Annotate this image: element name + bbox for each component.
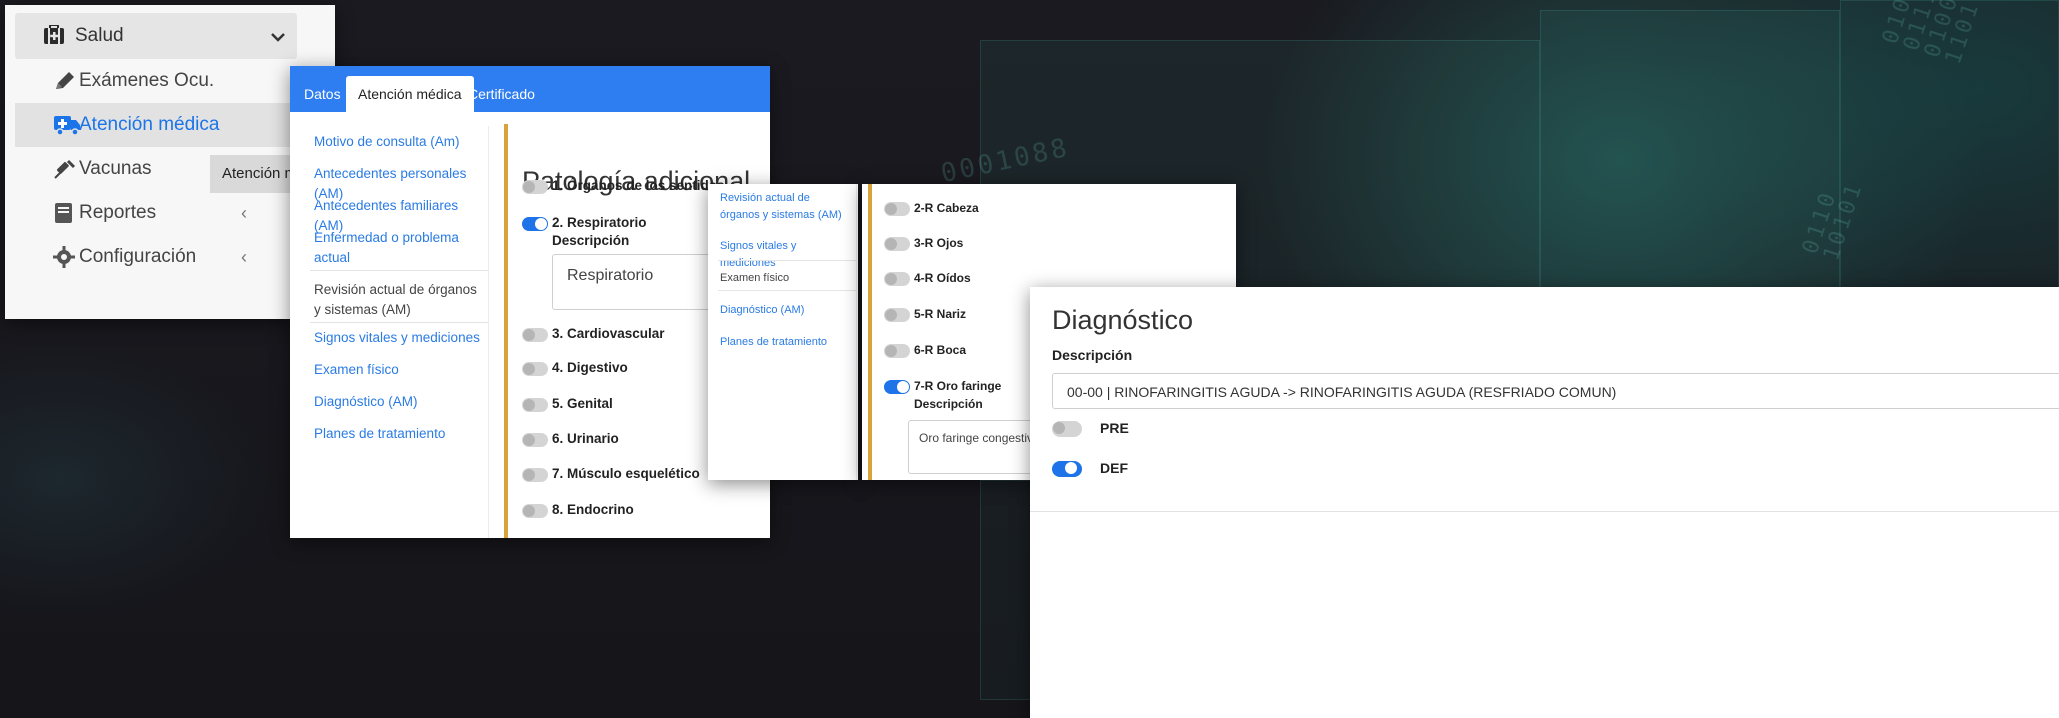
nav-enfermedad-actual[interactable]: Enfermedad o problema actual bbox=[314, 228, 484, 268]
medkit-icon bbox=[43, 24, 65, 50]
diagnosis-title: Diagnóstico bbox=[1052, 305, 1194, 335]
toggle-genital[interactable] bbox=[522, 398, 548, 412]
tab-bar: Datos Atención médica Certificado bbox=[290, 66, 770, 112]
chevron-left-icon[interactable]: ‹ bbox=[241, 247, 247, 268]
item-label: 6. Urinario bbox=[552, 431, 619, 446]
diagnosis-panel: Diagnóstico Descripción 00-00 | RINOFARI… bbox=[1030, 287, 2059, 718]
toggle-urinario[interactable] bbox=[522, 433, 548, 447]
menu-item-label: Configuración bbox=[79, 246, 197, 267]
nav-divider bbox=[310, 322, 488, 323]
nav-motivo-consulta[interactable]: Motivo de consulta (Am) bbox=[314, 132, 484, 152]
nav-signos-vitales[interactable]: Signos vitales y mediciones bbox=[314, 328, 484, 348]
section-accent-bar bbox=[868, 184, 872, 480]
menu-item-label: Vacunas bbox=[79, 158, 152, 179]
menu-item-label: Atención médica bbox=[79, 114, 220, 135]
menu-section-salud[interactable]: Salud bbox=[15, 13, 297, 59]
item-label: 6-R Boca bbox=[914, 343, 967, 357]
toggle-oro-faringe[interactable] bbox=[884, 380, 910, 394]
menu-item-reportes[interactable]: Reportes ‹ bbox=[15, 191, 305, 235]
item-label: 5. Genital bbox=[552, 396, 613, 411]
nav-border bbox=[488, 126, 489, 538]
syringe-icon bbox=[53, 158, 77, 180]
subnav-signos-vitales[interactable]: Signos vitales y mediciones bbox=[720, 238, 852, 272]
toggle-ojos[interactable] bbox=[884, 237, 910, 251]
book-icon bbox=[53, 202, 77, 224]
item-label: 2-R Cabeza bbox=[914, 201, 979, 215]
subnav-revision-organos[interactable]: Revisión actual de órganos y sistemas (A… bbox=[720, 190, 852, 224]
menu-item-examenes[interactable]: Exámenes Ocu. bbox=[15, 59, 305, 103]
toggle-pre[interactable] bbox=[1052, 421, 1082, 437]
nav-revision-organos[interactable]: Revisión actual de órganos y sistemas (A… bbox=[314, 280, 484, 320]
toggle-respiratorio[interactable] bbox=[522, 217, 548, 231]
toggle-oidos[interactable] bbox=[884, 272, 910, 286]
subnav-border bbox=[856, 184, 857, 480]
diagnosis-description-label: Descripción bbox=[1052, 347, 1133, 363]
subnav-divider bbox=[718, 290, 856, 291]
chevron-down-icon[interactable] bbox=[271, 29, 285, 47]
menu-item-atencion-medica[interactable]: Atención médica bbox=[15, 103, 305, 147]
subsection-nav-panel: Revisión actual de órganos y sistemas (A… bbox=[708, 184, 858, 480]
menu-item-configuracion[interactable]: Configuración ‹ bbox=[15, 235, 305, 279]
chevron-left-icon[interactable]: ‹ bbox=[241, 203, 247, 224]
nav-examen-fisico[interactable]: Examen físico bbox=[314, 360, 484, 380]
description-label: Descripción bbox=[552, 233, 630, 248]
tab-atencion-medica[interactable]: Atención médica bbox=[346, 76, 474, 112]
item-label: 7-R Oro faringe bbox=[914, 379, 1002, 393]
menu-item-label: Exámenes Ocu. bbox=[79, 70, 215, 91]
item-label: 1. Órganos de los sentidos bbox=[552, 178, 725, 193]
nav-divider bbox=[310, 270, 488, 271]
item-label: 5-R Nariz bbox=[914, 307, 967, 321]
pencil-icon bbox=[53, 70, 77, 92]
nav-planes-tratamiento[interactable]: Planes de tratamiento bbox=[314, 424, 484, 444]
section-nav: Motivo de consulta (Am) Antecedentes per… bbox=[300, 112, 490, 538]
toggle-nariz[interactable] bbox=[884, 308, 910, 322]
diagnosis-divider bbox=[1030, 511, 2059, 512]
subnav-divider bbox=[718, 260, 856, 261]
ambulance-icon bbox=[53, 114, 80, 136]
item-label: 3. Cardiovascular bbox=[552, 326, 665, 341]
diagnosis-select[interactable]: 00-00 | RINOFARINGITIS AGUDA -> RINOFARI… bbox=[1052, 373, 2059, 409]
toggle-digestivo[interactable] bbox=[522, 362, 548, 376]
section-accent-bar bbox=[504, 124, 508, 538]
toggle-boca[interactable] bbox=[884, 344, 910, 358]
subnav-planes-tratamiento[interactable]: Planes de tratamiento bbox=[720, 334, 852, 351]
menu-section-label: Salud bbox=[75, 25, 124, 46]
gear-icon bbox=[53, 246, 77, 268]
nav-diagnostico[interactable]: Diagnóstico (AM) bbox=[314, 392, 484, 412]
menu-item-label: Reportes bbox=[79, 202, 157, 223]
item-label: 7. Músculo esquelético bbox=[552, 466, 700, 481]
item-label: 3-R Ojos bbox=[914, 236, 964, 250]
toggle-cabeza[interactable] bbox=[884, 202, 910, 216]
toggle-organos-sentidos[interactable] bbox=[522, 180, 548, 194]
option-label: PRE bbox=[1100, 420, 1129, 436]
subnav-diagnostico[interactable]: Diagnóstico (AM) bbox=[720, 302, 852, 319]
toggle-def[interactable] bbox=[1052, 461, 1082, 477]
background-panel bbox=[980, 480, 1035, 700]
tab-certificado[interactable]: Certificado bbox=[468, 76, 535, 112]
item-label: 4-R Oídos bbox=[914, 271, 971, 285]
toggle-endocrino[interactable] bbox=[522, 504, 548, 518]
medical-attention-panel: Datos Atención médica Certificado Motivo… bbox=[290, 66, 770, 538]
subnav-examen-fisico[interactable]: Examen físico bbox=[720, 270, 852, 287]
description-label: Descripción bbox=[914, 397, 983, 411]
sidebar-menu-panel: Salud Exámenes Ocu. Atención médica Vacu… bbox=[5, 5, 335, 319]
item-label: 8. Endocrino bbox=[552, 502, 634, 517]
toggle-cardiovascular[interactable] bbox=[522, 328, 548, 342]
tab-datos[interactable]: Datos bbox=[304, 76, 341, 112]
item-label: 4. Digestivo bbox=[552, 360, 628, 375]
item-label: 2. Respiratorio bbox=[552, 215, 647, 230]
background-panel bbox=[1540, 10, 1840, 290]
toggle-musculo-esqueletico[interactable] bbox=[522, 468, 548, 482]
option-label: DEF bbox=[1100, 460, 1128, 476]
